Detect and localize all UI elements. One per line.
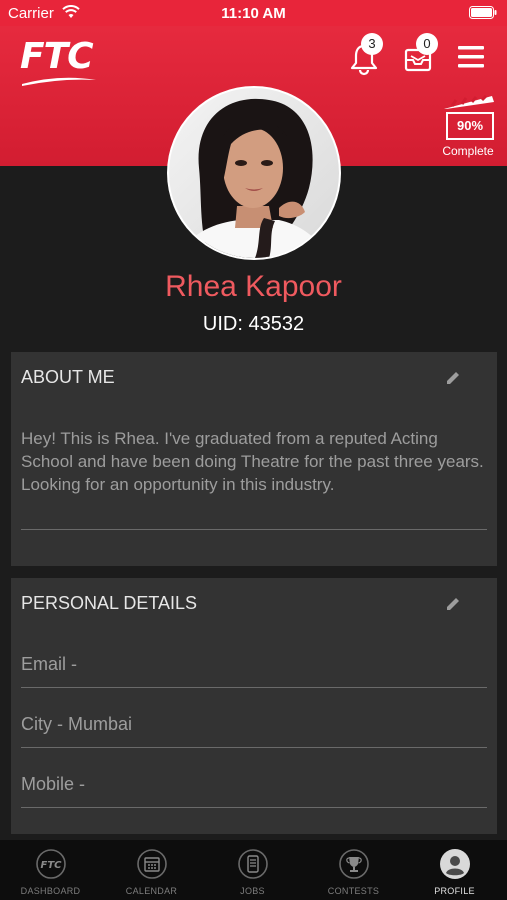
about-me-text: Hey! This is Rhea. I've graduated from a… (21, 429, 484, 494)
city-divider (21, 747, 487, 748)
city-field[interactable]: City - Mumbai (21, 714, 132, 735)
trophy-icon (339, 849, 369, 879)
status-bar: Carrier 11:10 AM (0, 0, 507, 26)
personal-details-title: PERSONAL DETAILS (21, 593, 198, 613)
user-icon (440, 849, 470, 879)
tab-profile-label: PROFILE (434, 886, 475, 896)
tab-calendar-label: CALENDAR (125, 886, 178, 896)
tab-dashboard[interactable]: FTC DASHBOARD (0, 840, 101, 900)
tab-dashboard-label: DASHBOARD (20, 886, 81, 896)
tab-profile[interactable]: PROFILE (404, 840, 505, 900)
ftc-logo[interactable]: FTC (20, 36, 98, 86)
avatar-photo (169, 88, 339, 258)
jobs-icon (238, 849, 268, 879)
profile-uid: UID: 43532 (202, 313, 305, 335)
bottom-tab-bar: FTC DASHBOARD CALENDAR JOBS CONTESTS PRO… (0, 840, 507, 900)
email-divider (21, 687, 487, 688)
completion-label: Complete (442, 144, 494, 158)
profile-avatar[interactable] (169, 88, 339, 258)
tab-jobs[interactable]: JOBS (202, 840, 303, 900)
tab-jobs-label: JOBS (240, 886, 265, 896)
mobile-field[interactable]: Mobile - (21, 774, 85, 795)
svg-text:FTC: FTC (41, 860, 63, 871)
about-me-title: ABOUT ME (21, 367, 115, 387)
ftc-logo-icon: FTC (36, 849, 66, 879)
edit-pencil-icon[interactable] (445, 370, 461, 386)
messages-badge: 0 (416, 33, 438, 55)
tab-contests-label: CONTESTS (327, 886, 380, 896)
about-divider (21, 529, 487, 530)
personal-details-card: PERSONAL DETAILS Email - City - Mumbai M… (11, 578, 497, 834)
hamburger-menu-icon[interactable] (456, 44, 486, 70)
calendar-icon (137, 849, 167, 879)
status-time: 11:10 AM (221, 5, 286, 22)
tab-calendar[interactable]: CALENDAR (101, 840, 202, 900)
edit-pencil-icon[interactable] (445, 596, 461, 612)
profile-name: Rhea Kapoor (165, 270, 342, 303)
clapperboard-icon (444, 94, 494, 109)
mobile-divider (21, 807, 487, 808)
email-field[interactable]: Email - (21, 654, 77, 675)
about-me-card: ABOUT ME Hey! This is Rhea. I've graduat… (11, 352, 497, 566)
notifications-badge: 3 (361, 33, 383, 55)
completion-percent: 90% (446, 112, 494, 140)
logo-text: FTC (20, 36, 94, 77)
battery-icon (469, 6, 497, 19)
profile-completion[interactable]: 90% Complete (438, 94, 498, 158)
logo-swoosh-icon (22, 77, 96, 86)
tab-contests[interactable]: CONTESTS (303, 840, 404, 900)
